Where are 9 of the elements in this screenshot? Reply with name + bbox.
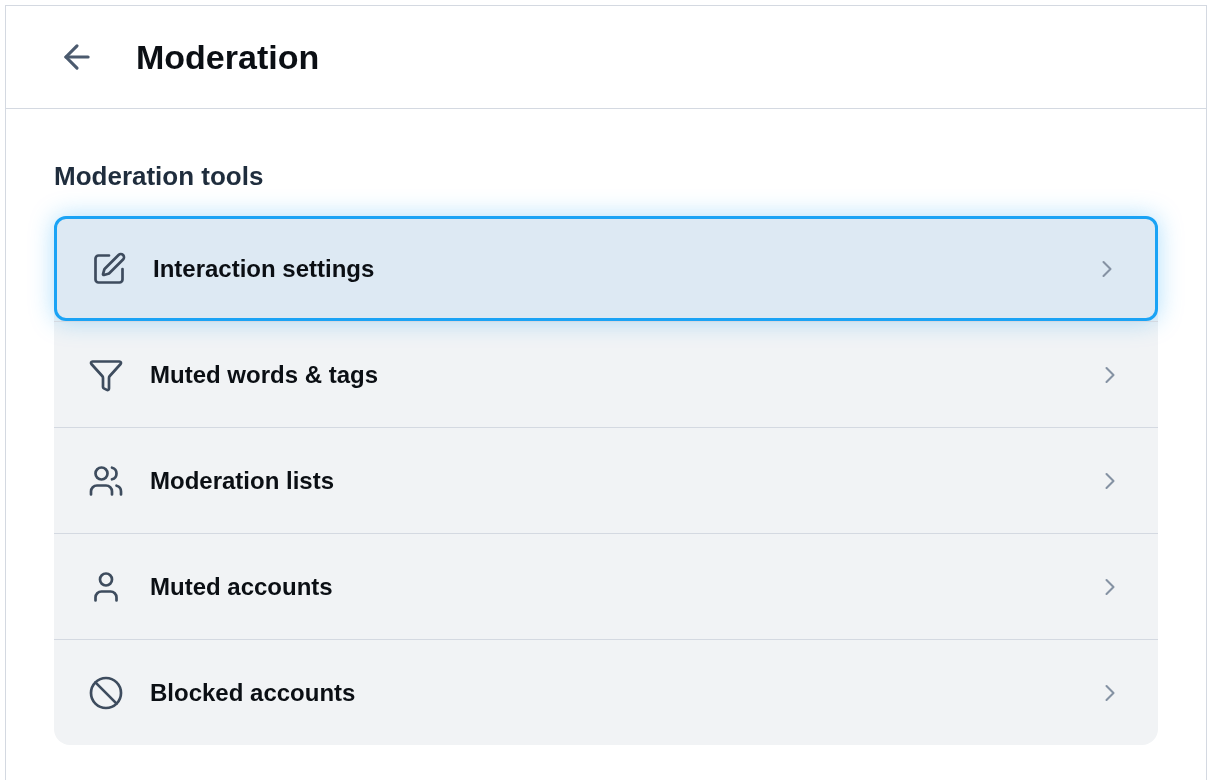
settings-row[interactable]: Muted words & tags: [54, 322, 1158, 427]
pencil-square-icon: [91, 250, 127, 287]
page-title: Moderation: [136, 36, 320, 78]
block-icon: [88, 674, 124, 711]
settings-row[interactable]: Muted accounts: [54, 534, 1158, 639]
settings-row[interactable]: Moderation lists: [54, 428, 1158, 533]
settings-row[interactable]: Interaction settings: [54, 216, 1158, 321]
section-heading: Moderation tools: [54, 160, 265, 193]
settings-row[interactable]: Blocked accounts: [54, 640, 1158, 745]
